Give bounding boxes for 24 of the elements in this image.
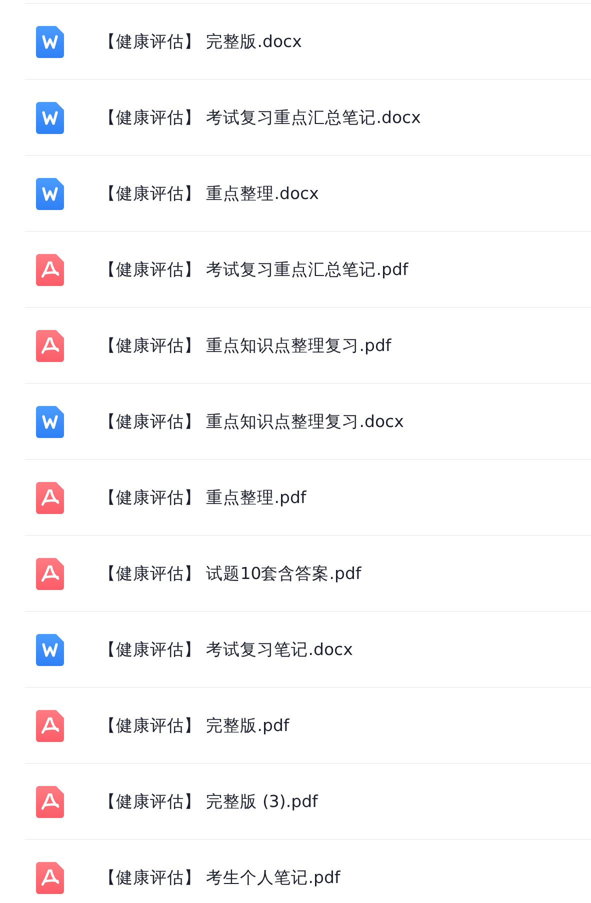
- file-name[interactable]: 【健康评估】 试题10套含答案.pdf: [99, 562, 362, 584]
- pdf-document-icon: [36, 710, 64, 742]
- pdf-document-icon: [36, 482, 64, 514]
- file-name[interactable]: 【健康评估】 重点知识点整理复习.pdf: [99, 334, 392, 356]
- word-document-icon: [36, 178, 64, 210]
- file-name[interactable]: 【健康评估】 重点整理.pdf: [99, 486, 306, 508]
- word-document-icon: [36, 406, 64, 438]
- file-name[interactable]: 【健康评估】 重点整理.docx: [99, 182, 319, 204]
- pdf-document-icon: [36, 254, 64, 286]
- file-name[interactable]: 【健康评估】 考试复习笔记.docx: [99, 638, 353, 660]
- pdf-document-icon: [36, 330, 64, 362]
- pdf-document-icon: [36, 786, 64, 818]
- file-name[interactable]: 【健康评估】 考试复习重点汇总笔记.pdf: [99, 258, 408, 280]
- word-document-icon: [36, 26, 64, 58]
- pdf-document-icon: [36, 862, 64, 894]
- file-name[interactable]: 【健康评估】 考试复习重点汇总笔记.docx: [99, 106, 421, 128]
- word-document-icon: [36, 102, 64, 134]
- file-name[interactable]: 【健康评估】 完整版.docx: [99, 30, 302, 52]
- file-name[interactable]: 【健康评估】 完整版 (3).pdf: [99, 790, 318, 812]
- pdf-document-icon: [36, 558, 64, 590]
- file-name[interactable]: 【健康评估】 完整版.pdf: [99, 714, 290, 736]
- file-name[interactable]: 【健康评估】 重点知识点整理复习.docx: [99, 410, 404, 432]
- word-document-icon: [36, 634, 64, 666]
- file-name[interactable]: 【健康评估】 考生个人笔记.pdf: [99, 866, 340, 888]
